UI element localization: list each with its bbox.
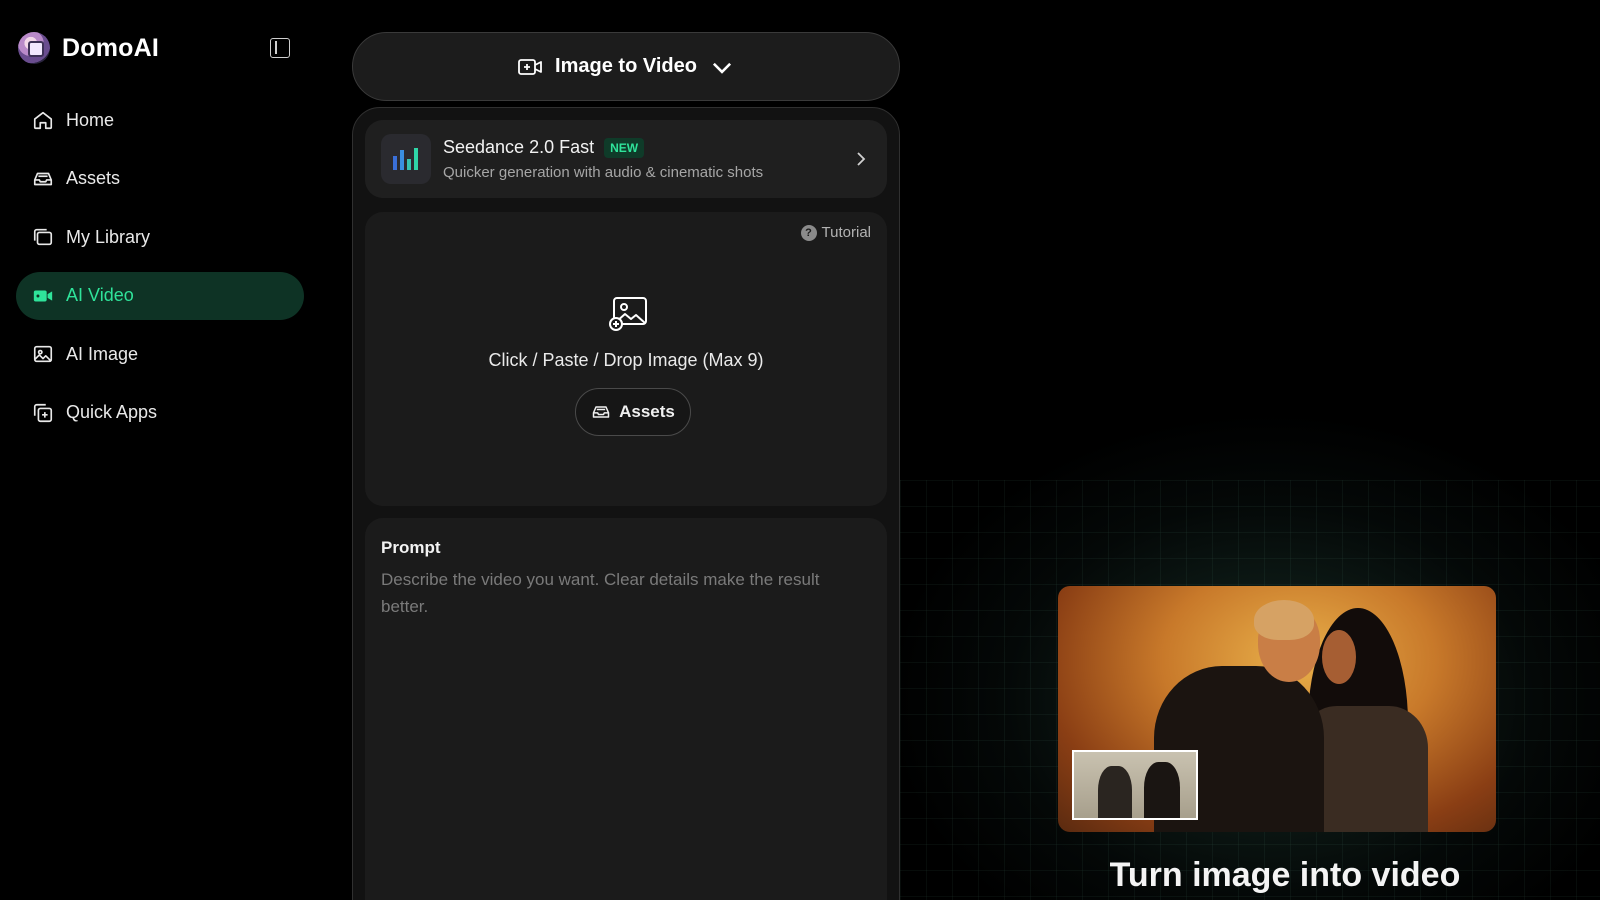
sidebar-item-label: Quick Apps [66, 402, 158, 423]
prompt-section: Prompt [365, 518, 887, 900]
model-subtitle: Quicker generation with audio & cinemati… [443, 164, 764, 181]
new-badge: NEW [604, 137, 645, 158]
logo-icon [18, 32, 50, 64]
image-to-video-icon [518, 58, 542, 75]
sidebar-item-ai-video[interactable]: AI Video [16, 271, 304, 320]
sidebar-item-ai-image[interactable]: AI Image [16, 330, 304, 378]
mode-label: Image to Video [555, 55, 697, 77]
assets-button[interactable]: Assets [575, 388, 691, 436]
mode-selector[interactable]: Image to Video [352, 32, 900, 101]
brand[interactable]: DomoAI [18, 30, 159, 66]
preview-title: Turn image into video [1109, 856, 1461, 894]
library-icon [32, 226, 54, 248]
home-icon [32, 109, 54, 131]
sidebar-nav: Home Assets My Library AI Video AI Image [16, 96, 304, 448]
tutorial-link[interactable]: ? Tutorial [800, 224, 871, 241]
assets-icon [32, 168, 54, 190]
sidebar-item-label: Home [66, 109, 115, 130]
chevron-down-icon [712, 62, 731, 74]
source-thumbnail [1072, 750, 1198, 820]
sidebar-item-label: My Library [66, 226, 151, 247]
quick-apps-icon [32, 402, 54, 424]
model-title: Seedance 2.0 Fast [443, 137, 595, 157]
add-image-icon [609, 297, 647, 331]
model-logo-icon [381, 134, 431, 184]
preview-image [1058, 586, 1496, 832]
sidebar-item-home[interactable]: Home [16, 96, 304, 144]
chevron-right-icon [857, 152, 866, 166]
prompt-input[interactable] [381, 566, 851, 866]
video-icon [32, 285, 54, 307]
sidebar-item-my-library[interactable]: My Library [16, 213, 304, 261]
sidebar-item-label: Assets [66, 168, 121, 189]
preview-area: Turn image into video [900, 0, 1600, 900]
image-upload-dropzone[interactable]: ? Tutorial Click / Paste / Drop Image (M… [365, 212, 887, 506]
sidebar-item-assets[interactable]: Assets [16, 155, 304, 203]
sidebar-item-label: AI Video [66, 285, 134, 306]
sidebar-item-quick-apps[interactable]: Quick Apps [16, 389, 304, 437]
help-icon: ? [800, 224, 817, 241]
assets-icon [592, 406, 610, 418]
assets-button-label: Assets [619, 402, 675, 421]
generation-panel: Seedance 2.0 Fast NEW Quicker generation… [352, 107, 900, 900]
tutorial-label: Tutorial [821, 224, 871, 241]
prompt-label: Prompt [381, 538, 441, 557]
sidebar-toggle-icon[interactable] [270, 38, 290, 58]
upload-instruction: Click / Paste / Drop Image (Max 9) [488, 350, 764, 370]
image-icon [32, 343, 54, 365]
model-selector[interactable]: Seedance 2.0 Fast NEW Quicker generation… [365, 120, 887, 198]
brand-name: DomoAI [62, 33, 160, 62]
sidebar-item-label: AI Image [66, 343, 139, 364]
model-info: Seedance 2.0 Fast NEW Quicker generation… [443, 137, 763, 181]
sidebar: DomoAI Home Assets My Library AI Video A… [0, 0, 320, 900]
